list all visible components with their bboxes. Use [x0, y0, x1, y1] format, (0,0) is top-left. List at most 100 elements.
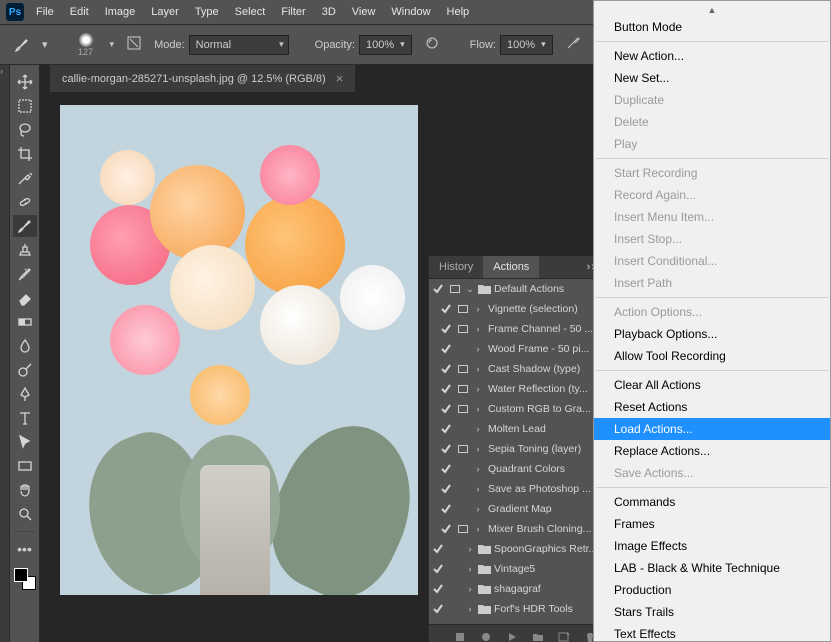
- menu-item-text-effects[interactable]: Text Effects: [594, 623, 830, 642]
- new-action-icon[interactable]: [558, 631, 570, 642]
- toggle-checkbox[interactable]: [429, 284, 447, 294]
- action-row[interactable]: ›Frame Channel - 50 ...: [429, 319, 620, 339]
- toggle-checkbox[interactable]: [437, 384, 455, 394]
- expand-icon[interactable]: ›: [471, 304, 485, 314]
- toggle-checkbox[interactable]: [429, 584, 447, 594]
- canvas[interactable]: [60, 105, 418, 595]
- menu-item-reset-actions[interactable]: Reset Actions: [594, 396, 830, 418]
- toggle-checkbox[interactable]: [429, 604, 447, 614]
- toggle-checkbox[interactable]: [437, 524, 455, 534]
- brush-preset-picker[interactable]: 127: [70, 29, 102, 61]
- healing-brush-tool[interactable]: [13, 191, 37, 213]
- action-row[interactable]: ›Forf's HDR Tools: [429, 599, 620, 619]
- chevron-down-icon[interactable]: ▾: [42, 38, 48, 51]
- move-tool[interactable]: [13, 71, 37, 93]
- expand-icon[interactable]: ›: [471, 444, 485, 454]
- toggle-dialog[interactable]: [455, 385, 471, 393]
- document-tab[interactable]: callie-morgan-285271-unsplash.jpg @ 12.5…: [50, 65, 355, 92]
- menu-select[interactable]: Select: [227, 2, 274, 22]
- menu-item-production[interactable]: Production: [594, 579, 830, 601]
- action-row[interactable]: ›Quadrant Colors: [429, 459, 620, 479]
- tab-actions[interactable]: Actions: [483, 256, 539, 278]
- pressure-opacity-icon[interactable]: [420, 31, 444, 58]
- action-row[interactable]: ›Mixer Brush Cloning...: [429, 519, 620, 539]
- menu-item-frames[interactable]: Frames: [594, 513, 830, 535]
- toggle-checkbox[interactable]: [437, 484, 455, 494]
- toggle-checkbox[interactable]: [429, 544, 447, 554]
- hand-tool[interactable]: [13, 479, 37, 501]
- toggle-checkbox[interactable]: [437, 304, 455, 314]
- opacity-input[interactable]: 100%▾: [359, 35, 412, 55]
- menu-item-playback-options[interactable]: Playback Options...: [594, 323, 830, 345]
- expand-icon[interactable]: ›: [463, 564, 477, 574]
- expand-icon[interactable]: ›: [471, 504, 485, 514]
- expand-icon[interactable]: ›: [471, 324, 485, 334]
- menu-item-lab-black-white-technique[interactable]: LAB - Black & White Technique: [594, 557, 830, 579]
- expand-icon[interactable]: ›: [471, 364, 485, 374]
- type-tool[interactable]: [13, 407, 37, 429]
- zoom-tool[interactable]: [13, 503, 37, 525]
- toggle-checkbox[interactable]: [437, 364, 455, 374]
- history-brush-tool[interactable]: [13, 263, 37, 285]
- action-row[interactable]: ›Water Reflection (ty...: [429, 379, 620, 399]
- toggle-dialog[interactable]: [455, 365, 471, 373]
- dodge-tool[interactable]: [13, 359, 37, 381]
- menu-item-allow-tool-recording[interactable]: Allow Tool Recording: [594, 345, 830, 367]
- menu-item-image-effects[interactable]: Image Effects: [594, 535, 830, 557]
- toolbar-grip[interactable]: [0, 65, 10, 642]
- toggle-checkbox[interactable]: [429, 564, 447, 574]
- marquee-tool[interactable]: [13, 95, 37, 117]
- toggle-dialog[interactable]: [447, 285, 463, 293]
- menu-type[interactable]: Type: [187, 2, 227, 22]
- action-row[interactable]: ›Wood Frame - 50 pi...: [429, 339, 620, 359]
- action-row[interactable]: ›Save as Photoshop ...: [429, 479, 620, 499]
- toggle-checkbox[interactable]: [437, 464, 455, 474]
- action-row[interactable]: ›Cast Shadow (type): [429, 359, 620, 379]
- action-row[interactable]: ›Vintage5: [429, 559, 620, 579]
- expand-icon[interactable]: ›: [471, 344, 485, 354]
- play-icon[interactable]: [506, 631, 518, 642]
- menu-item-clear-all-actions[interactable]: Clear All Actions: [594, 374, 830, 396]
- toggle-dialog[interactable]: [455, 445, 471, 453]
- expand-icon[interactable]: ›: [471, 484, 485, 494]
- airbrush-icon[interactable]: [561, 31, 585, 58]
- action-row[interactable]: ›Gradient Map: [429, 499, 620, 519]
- crop-tool[interactable]: [13, 143, 37, 165]
- pen-tool[interactable]: [13, 383, 37, 405]
- toggle-dialog[interactable]: [455, 325, 471, 333]
- brush-panel-toggle[interactable]: [122, 31, 146, 58]
- edit-toolbar-icon[interactable]: •••: [13, 538, 37, 560]
- brush-tool-icon[interactable]: [10, 34, 34, 56]
- scroll-up-icon[interactable]: ▲: [594, 4, 830, 16]
- toggle-checkbox[interactable]: [437, 324, 455, 334]
- menu-item-load-actions[interactable]: Load Actions...: [594, 418, 830, 440]
- action-row[interactable]: ›Custom RGB to Gra...: [429, 399, 620, 419]
- toggle-dialog[interactable]: [455, 405, 471, 413]
- menu-item-replace-actions[interactable]: Replace Actions...: [594, 440, 830, 462]
- menu-edit[interactable]: Edit: [62, 2, 97, 22]
- toggle-checkbox[interactable]: [437, 424, 455, 434]
- eraser-tool[interactable]: [13, 287, 37, 309]
- menu-item-commands[interactable]: Commands: [594, 491, 830, 513]
- close-icon[interactable]: ×: [336, 71, 344, 86]
- brush-tool[interactable]: [13, 215, 37, 237]
- menu-item-button-mode[interactable]: Button Mode: [594, 16, 830, 38]
- record-icon[interactable]: [480, 631, 492, 642]
- menu-item-stars-trails[interactable]: Stars Trails: [594, 601, 830, 623]
- action-row[interactable]: ›Vignette (selection): [429, 299, 620, 319]
- menu-window[interactable]: Window: [383, 2, 438, 22]
- action-row[interactable]: ›Molten Lead: [429, 419, 620, 439]
- toggle-dialog[interactable]: [455, 305, 471, 313]
- toggle-dialog[interactable]: [455, 525, 471, 533]
- menu-view[interactable]: View: [344, 2, 384, 22]
- menu-3d[interactable]: 3D: [314, 2, 344, 22]
- color-swatch[interactable]: [14, 568, 36, 590]
- expand-icon[interactable]: ›: [471, 524, 485, 534]
- toggle-checkbox[interactable]: [437, 504, 455, 514]
- expand-icon[interactable]: ›: [471, 464, 485, 474]
- menu-image[interactable]: Image: [97, 2, 144, 22]
- action-row[interactable]: ›shagagraf: [429, 579, 620, 599]
- eyedropper-tool[interactable]: [13, 167, 37, 189]
- blend-mode-dropdown[interactable]: Normal: [189, 35, 289, 55]
- action-row[interactable]: ›SpoonGraphics Retr...: [429, 539, 620, 559]
